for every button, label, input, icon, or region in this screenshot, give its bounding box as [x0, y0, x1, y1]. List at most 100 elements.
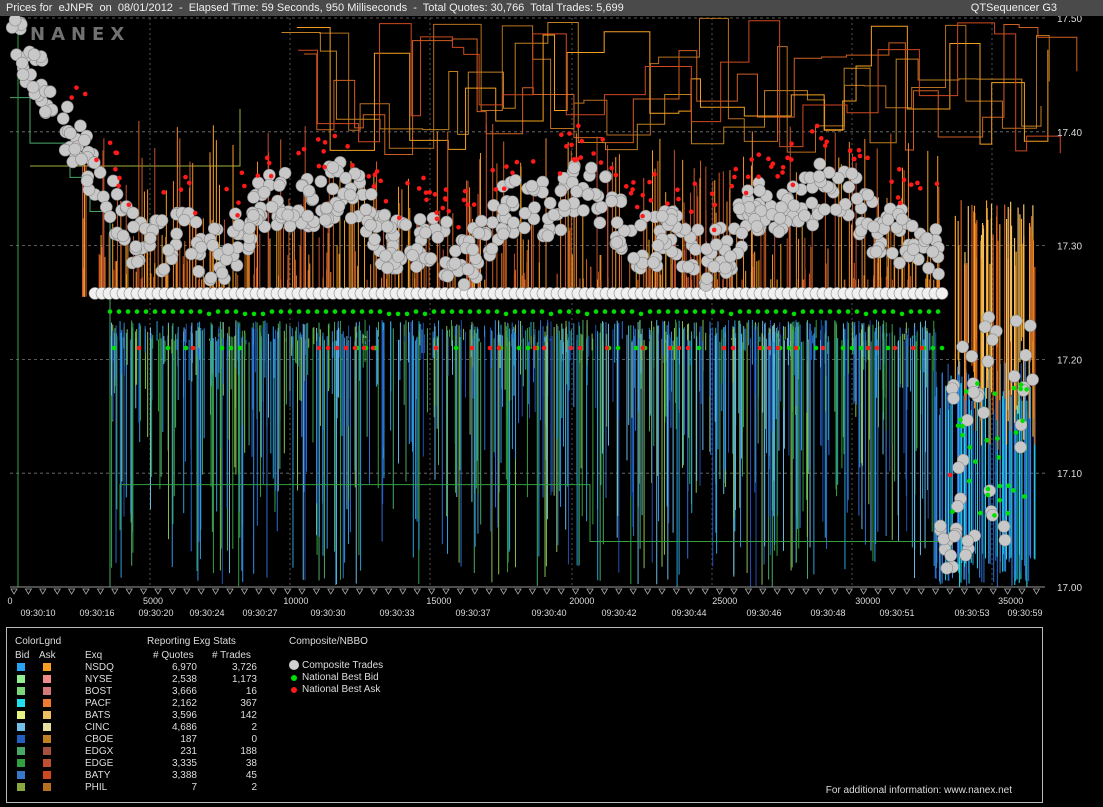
national-best-ask-marker: [733, 166, 739, 172]
national-best-ask-marker: [685, 345, 691, 351]
national-best-ask-marker: [465, 202, 470, 207]
national-best-bid-marker: [840, 345, 846, 351]
bid-color-swatch: [17, 663, 25, 671]
national-best-ask-marker: [775, 174, 780, 179]
national-best-ask-marker: [613, 172, 619, 178]
national-best-bid-marker: [958, 417, 963, 423]
national-best-ask-marker: [609, 165, 614, 171]
national-best-ask-marker: [652, 172, 657, 177]
legend-exchange-row: PACF 2,162 367: [7, 698, 267, 710]
trade-marker: [920, 232, 934, 245]
national-best-ask-marker: [692, 181, 698, 187]
national-best-bid-marker: [1022, 494, 1027, 499]
national-best-ask-marker: [350, 163, 355, 168]
trade-marker: [281, 208, 295, 222]
legend-exchange-row: BATS 3,596 142: [7, 710, 267, 722]
trade-marker: [893, 256, 906, 270]
exchange-quote-count: 3,596: [171, 710, 197, 721]
trade-marker: [1014, 440, 1027, 454]
trade-marker: [940, 561, 954, 575]
national-best-ask-marker: [709, 191, 715, 196]
national-best-bid-marker: [809, 309, 815, 314]
national-best-ask-marker: [712, 202, 718, 208]
trade-marker: [406, 249, 419, 262]
trade-marker: [177, 213, 191, 227]
national-best-ask-marker: [94, 157, 99, 163]
trade-marker: [867, 220, 880, 234]
trade-marker: [272, 179, 286, 192]
trade-marker: [332, 199, 346, 213]
trade-marker: [959, 548, 972, 562]
national-best-bid-marker: [701, 309, 707, 314]
national-best-bid-marker: [170, 309, 176, 314]
national-best-bid-marker: [161, 309, 167, 314]
national-best-ask-marker: [631, 180, 636, 185]
national-best-ask-marker: [857, 153, 863, 159]
national-best-bid-marker: [525, 345, 531, 351]
national-best-bid-marker: [165, 345, 171, 351]
national-best-bid-marker: [967, 444, 973, 450]
trade-marker: [543, 196, 557, 210]
national-best-bid-marker: [854, 309, 860, 314]
trade-marker: [144, 231, 157, 245]
legend-exchange-row: PHIL 7 2: [7, 782, 267, 794]
trade-marker: [326, 182, 340, 196]
national-best-ask-marker: [296, 150, 301, 156]
national-best-bid-marker: [950, 509, 955, 515]
trade-marker: [981, 355, 995, 368]
national-best-bid-marker: [125, 309, 131, 314]
national-best-bid-marker: [224, 309, 230, 314]
trade-marker: [605, 194, 618, 208]
national-best-ask-marker: [749, 157, 754, 162]
national-best-ask-marker: [908, 182, 914, 188]
national-best-ask-marker: [745, 174, 751, 180]
national-best-ask-marker: [239, 170, 245, 176]
exchange-trade-count: 2: [251, 722, 257, 733]
trade-marker: [689, 243, 702, 256]
national-best-ask-marker: [577, 345, 583, 351]
national-best-bid-marker: [1018, 382, 1024, 388]
national-best-bid-marker: [683, 309, 689, 314]
national-best-ask-marker: [665, 201, 670, 206]
national-best-bid-marker: [521, 309, 527, 314]
national-best-ask-marker: [579, 138, 585, 144]
national-best-ask-marker: [456, 224, 461, 230]
national-best-bid-marker: [557, 309, 563, 314]
national-best-bid-marker: [404, 311, 410, 317]
national-best-ask-marker: [623, 184, 629, 189]
national-best-ask-marker: [424, 197, 429, 203]
national-best-ask-marker: [242, 183, 247, 189]
trade-marker: [247, 191, 260, 204]
trade-marker: [732, 202, 746, 216]
stats-title: Reporting Exg Stats: [147, 636, 236, 647]
trade-marker: [475, 214, 488, 228]
national-best-ask-marker: [443, 187, 449, 192]
national-best-ask-marker: [236, 200, 241, 205]
national-best-bid-marker: [422, 311, 428, 317]
national-best-ask-marker: [490, 167, 496, 173]
legend-exchange-row: EDGX 231 188: [7, 746, 267, 758]
trade-marker: [741, 184, 755, 197]
national-best-bid-marker: [728, 311, 734, 317]
national-best-bid-marker: [287, 309, 293, 314]
national-best-bid-marker: [467, 309, 473, 314]
national-best-bid-marker: [593, 309, 599, 314]
national-best-bid-marker: [746, 309, 752, 314]
bid-color-swatch: [17, 723, 25, 731]
bid-color-swatch: [17, 711, 25, 719]
trade-marker: [410, 260, 423, 273]
trade-marker: [75, 153, 88, 166]
national-best-ask-marker: [559, 132, 564, 137]
national-best-ask-marker: [600, 137, 606, 142]
y-tick-label: 17.10: [1057, 469, 1082, 480]
national-best-ask-marker: [675, 187, 680, 193]
national-best-bid-marker: [494, 309, 500, 314]
national-best-bid-marker: [782, 309, 788, 314]
trade-marker: [457, 278, 471, 291]
trade-marker: [215, 266, 229, 280]
trade-marker: [655, 209, 669, 223]
national-best-bid-marker: [458, 309, 464, 314]
national-best-ask-marker: [334, 345, 340, 351]
trade-marker: [364, 218, 377, 232]
watermark-logo: NANEX: [30, 24, 130, 45]
